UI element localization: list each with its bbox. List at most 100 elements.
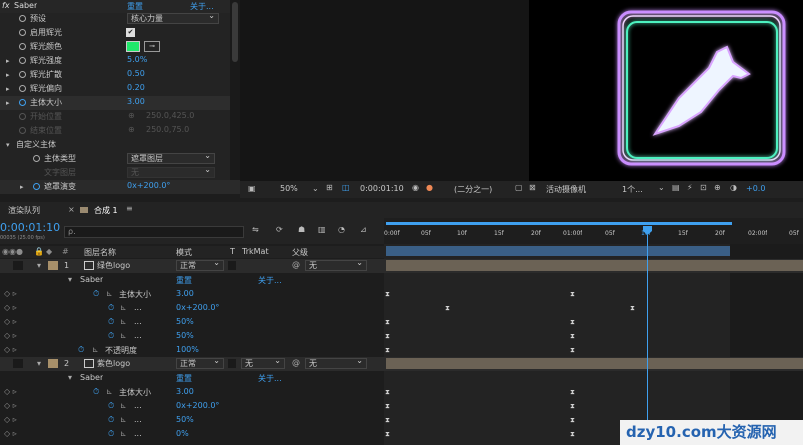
transparency-grid-icon[interactable]: ⊠ <box>529 183 536 192</box>
prop-value[interactable]: 5.0% <box>127 55 147 64</box>
column-parent[interactable]: 父级 <box>292 247 308 258</box>
glow-checkbox[interactable]: ✔ <box>126 28 135 37</box>
keyframe-nav-icon[interactable]: ◇ ▹ <box>4 331 17 340</box>
parent-dropdown[interactable]: 无 <box>305 356 367 369</box>
scrollbar[interactable] <box>230 0 240 180</box>
keyframe[interactable]: ⧗ <box>385 402 391 410</box>
stopwatch-icon[interactable] <box>19 15 26 22</box>
prop-value[interactable]: 0.50 <box>127 69 145 78</box>
trkmat-dropdown[interactable]: 无 <box>241 356 285 369</box>
reset-link[interactable]: 重置 <box>127 1 143 12</box>
motion-blur-icon[interactable]: ◔ <box>338 225 345 234</box>
stopwatch-icon[interactable]: ⏱ <box>108 415 114 425</box>
prop-value[interactable]: 100% <box>176 345 199 354</box>
graph-icon[interactable]: ⊾ <box>120 415 127 424</box>
keyframe-nav-icon[interactable]: ◇ ▹ <box>4 415 17 424</box>
timeline-icon[interactable]: ⊡ <box>700 183 707 192</box>
expand-arrow-icon[interactable]: ▸ <box>6 71 10 79</box>
stopwatch-icon[interactable]: ⏱ <box>78 345 84 355</box>
stopwatch-icon[interactable] <box>19 29 26 36</box>
keyframe[interactable]: ⧗ <box>385 290 391 298</box>
eyedropper-icon[interactable]: ⊸ <box>144 41 160 52</box>
preset-dropdown[interactable]: 核心力量 <box>127 11 219 24</box>
layer-name[interactable]: 绿色logo <box>97 260 130 271</box>
expand-arrow-icon[interactable]: ▸ <box>20 183 24 191</box>
tab-render-queue[interactable]: 渲染队列 <box>8 205 40 216</box>
keyframe[interactable]: ⧗ <box>570 318 576 326</box>
stopwatch-icon[interactable]: ⏱ <box>108 429 114 439</box>
mode-dropdown[interactable]: 正常 <box>176 258 224 271</box>
pickwhip-icon[interactable]: @ <box>292 260 300 269</box>
keyframe[interactable]: ⧗ <box>385 430 391 438</box>
views-dropdown[interactable]: 1个... <box>622 184 643 195</box>
keyframe[interactable]: ⧗ <box>385 346 391 354</box>
column-t[interactable]: T <box>230 247 235 256</box>
snapshot-icon[interactable]: ▣ <box>248 184 256 193</box>
chevron-down-icon[interactable]: ⌄ <box>312 184 319 193</box>
stopwatch-icon[interactable]: ⏱ <box>93 387 99 397</box>
graph-icon[interactable]: ⊾ <box>106 289 113 298</box>
prop-value[interactable]: 50% <box>176 317 194 326</box>
stopwatch-icon[interactable] <box>19 99 26 106</box>
playhead-line[interactable] <box>647 235 648 445</box>
expand-arrow-icon[interactable]: ▸ <box>6 57 10 65</box>
region-icon[interactable]: ▢ <box>515 183 523 192</box>
prop-value[interactable]: 0x+200.0° <box>127 181 170 190</box>
prop-value[interactable]: 0x+200.0° <box>176 401 219 410</box>
stopwatch-icon[interactable] <box>19 85 26 92</box>
column-trkmat[interactable]: TrkMat <box>242 247 269 256</box>
3d-view-icon[interactable]: ⊕ <box>714 183 721 192</box>
stopwatch-icon[interactable] <box>19 43 26 50</box>
column-number[interactable]: # <box>62 247 69 256</box>
layer-row-2[interactable]: ▾ 2 紫色logo 正常 无 @ 无 <box>0 356 803 371</box>
shy-icon[interactable]: ☗ <box>298 225 305 234</box>
keyframe-nav-icon[interactable]: ◇ ▹ <box>4 387 17 396</box>
prop-value[interactable]: 3.00 <box>176 387 194 396</box>
graph-icon[interactable]: ⊾ <box>92 345 99 354</box>
keyframe[interactable]: ⧗ <box>385 388 391 396</box>
preserve-transparency[interactable] <box>228 261 236 270</box>
expand-arrow-icon[interactable]: ▸ <box>6 85 10 93</box>
exposure-value[interactable]: +0.0 <box>746 184 765 193</box>
collapse-arrow-icon[interactable]: ▾ <box>68 373 72 382</box>
comp-mini-flowchart-icon[interactable]: ⇋ <box>252 225 259 234</box>
mask-icon[interactable]: ◫ <box>342 183 350 192</box>
work-area-bar[interactable] <box>386 222 732 225</box>
keyframe[interactable]: ⧗ <box>570 290 576 298</box>
about-link[interactable]: 关于... <box>258 373 282 384</box>
stopwatch-icon[interactable] <box>19 57 26 64</box>
keyframe-nav-icon[interactable]: ◇ ▹ <box>4 303 17 312</box>
stopwatch-icon[interactable] <box>33 183 40 190</box>
label-color[interactable] <box>48 359 58 368</box>
layer-bar[interactable] <box>386 260 803 271</box>
keyframe[interactable]: ⧗ <box>385 416 391 424</box>
collapse-arrow-icon[interactable]: ▾ <box>37 261 41 270</box>
stopwatch-icon[interactable]: ⏱ <box>108 317 114 327</box>
graph-icon[interactable]: ⊾ <box>106 387 113 396</box>
collapse-arrow-icon[interactable]: ▾ <box>68 275 72 284</box>
viewer-timecode[interactable]: 0:00:01:10 <box>360 184 404 193</box>
frame-blend-icon[interactable]: ▥ <box>318 225 326 234</box>
prop-value[interactable]: 3.00 <box>127 97 145 106</box>
time-ruler[interactable]: 0:00f 05f 10f 15f 20f 01:00f 05f 10f 15f… <box>384 218 803 244</box>
keyframe[interactable]: ⧗ <box>570 416 576 424</box>
lock-icon[interactable]: 🔒 <box>34 247 44 256</box>
prop-value[interactable]: 0% <box>176 429 189 438</box>
camera-dropdown[interactable]: 活动摄像机 <box>546 184 586 195</box>
tab-comp-1[interactable]: 合成 1 <box>94 205 118 216</box>
keyframe-nav-icon[interactable]: ◇ ▹ <box>4 289 17 298</box>
prop-value[interactable]: 0x+200.0° <box>176 303 219 312</box>
keyframe[interactable]: ⧗ <box>385 332 391 340</box>
fast-preview-icon[interactable]: ⚡ <box>687 183 693 192</box>
keyframe[interactable]: ⧗ <box>570 346 576 354</box>
keyframe[interactable]: ⧗ <box>570 402 576 410</box>
video-toggle[interactable] <box>13 359 23 368</box>
graph-icon[interactable]: ⊾ <box>120 401 127 410</box>
collapse-arrow-icon[interactable]: ▾ <box>6 141 10 149</box>
label-color[interactable] <box>48 261 58 270</box>
close-icon[interactable]: × <box>68 205 75 214</box>
preserve-transparency[interactable] <box>228 359 236 368</box>
stopwatch-icon[interactable] <box>19 71 26 78</box>
parent-dropdown[interactable]: 无 <box>305 258 367 271</box>
layer-search-input[interactable]: ρ. <box>64 226 244 238</box>
